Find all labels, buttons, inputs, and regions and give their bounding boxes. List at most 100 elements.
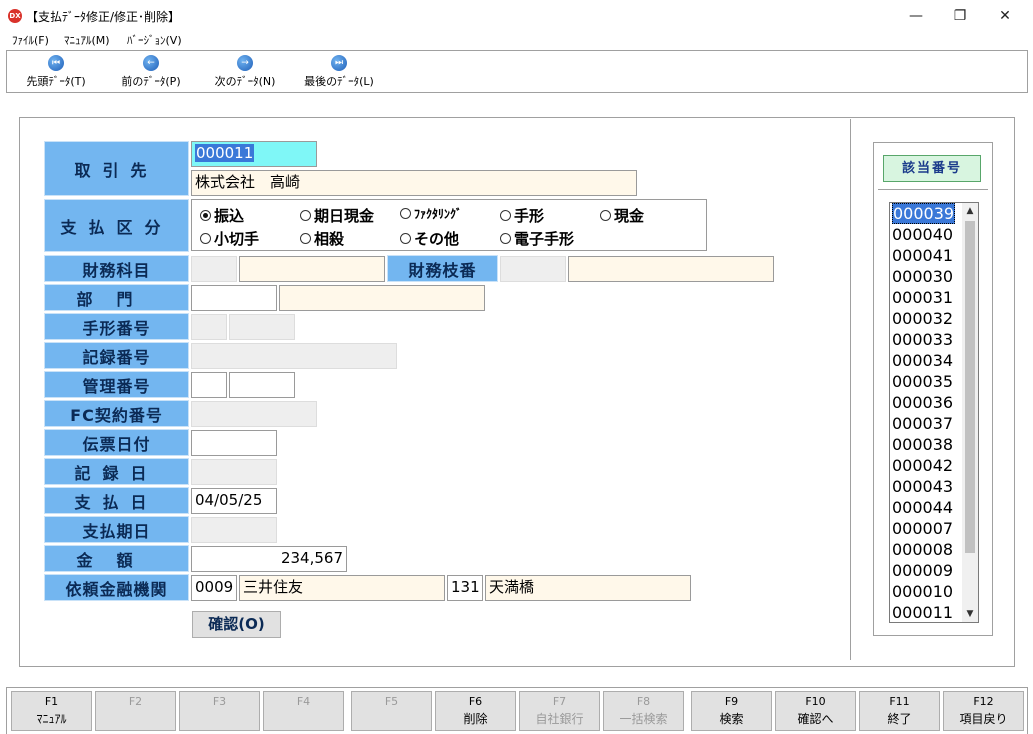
account-subject-name-field[interactable] — [239, 256, 385, 282]
fkey-f2-button[interactable]: F2 — [95, 691, 176, 731]
record-number-field[interactable] — [191, 343, 397, 369]
fkey-f5-button[interactable]: F5 — [351, 691, 432, 731]
radio-dot-selected — [200, 210, 211, 221]
account-subject-code-field[interactable] — [191, 256, 237, 282]
match-number-list[interactable]: 000039 000040 000041 000030 000031 000032 0000… — [889, 202, 979, 623]
supplier-code-input[interactable]: 000011 — [191, 141, 317, 167]
branch-name-field[interactable]: 天満橋 — [485, 575, 691, 601]
fkey-label: 自社銀行 — [535, 712, 584, 726]
list-item-value: 000030 — [892, 267, 954, 286]
supplier-code-value: 000011 — [195, 144, 255, 162]
fkey-f6-button[interactable]: F6 削除 — [435, 691, 516, 731]
list-item-value: 000034 — [892, 351, 954, 370]
radio-furikomi[interactable]: 振込 — [200, 205, 244, 226]
next-arrow-icon: → — [237, 55, 253, 71]
confirm-button[interactable]: 確認(O) — [192, 611, 281, 638]
next-record-button[interactable]: → 次のﾃﾞｰﾀ(N) — [207, 55, 283, 91]
fkey-f8-button[interactable]: F8 一括検索 — [603, 691, 684, 731]
last-record-button[interactable]: ⏭ 最後のﾃﾞｰﾀ(L) — [297, 55, 381, 91]
supplier-name-field[interactable]: 株式会社 高崎 — [191, 170, 637, 196]
bank-name-field[interactable]: 三井住友 — [239, 575, 445, 601]
first-record-button[interactable]: ⏮ 先頭ﾃﾞｰﾀ(T) — [21, 55, 91, 91]
payment-due-date-field[interactable] — [191, 517, 277, 543]
fkey-f9-button[interactable]: F9 検索 — [691, 691, 772, 731]
list-item-value: 000041 — [892, 246, 954, 265]
scroll-down-icon[interactable]: ▼ — [962, 606, 978, 622]
fc-contract-number-field[interactable] — [191, 401, 317, 427]
prev-record-button[interactable]: ← 前のﾃﾞｰﾀ(P) — [113, 55, 189, 91]
fkey-code: F4 — [296, 695, 311, 708]
list-item-value: 000011 — [892, 603, 954, 622]
record-number-label: 記録番号 — [44, 342, 189, 369]
list-scrollbar[interactable]: ▲ ▼ — [962, 203, 978, 622]
list-item-value: 000031 — [892, 288, 954, 307]
management-number-part2-input[interactable] — [229, 372, 295, 398]
scroll-thumb[interactable] — [965, 221, 975, 553]
account-branch-code-field[interactable] — [500, 256, 566, 282]
fkey-label: 終了 — [887, 712, 912, 726]
radio-denshi-tegata[interactable]: 電子手形 — [500, 228, 574, 249]
fkey-f7-button[interactable]: F7 自社銀行 — [519, 691, 600, 731]
record-date-field[interactable] — [191, 459, 277, 485]
prev-record-label: 前のﾃﾞｰﾀ(P) — [121, 75, 181, 88]
toolbar: ⏮ 先頭ﾃﾞｰﾀ(T) ← 前のﾃﾞｰﾀ(P) → 次のﾃﾞｰﾀ(N) ⏭ 最後… — [6, 50, 1028, 93]
radio-sousai[interactable]: 相殺 — [300, 228, 344, 249]
radio-kijitsu-genkin[interactable]: 期日現金 — [300, 205, 374, 226]
management-number-label: 管理番号 — [44, 371, 189, 398]
fkey-f10-button[interactable]: F10 確認へ — [775, 691, 856, 731]
fkey-f3-button[interactable]: F3 — [179, 691, 260, 731]
payment-type-label: 支払区分 — [44, 199, 189, 252]
radio-dot — [600, 210, 611, 221]
list-item-value: 000010 — [892, 582, 954, 601]
radio-dot — [200, 233, 211, 244]
app-icon: DX — [8, 9, 22, 23]
minimize-button[interactable]: — — [896, 4, 936, 28]
management-number-part1-input[interactable] — [191, 372, 227, 398]
radio-sonota[interactable]: その他 — [400, 228, 459, 249]
list-item-value: 000040 — [892, 225, 954, 244]
payment-date-input[interactable]: 04/05/25 — [191, 488, 277, 514]
record-date-label: 記録日 — [44, 458, 189, 485]
department-name-field[interactable] — [279, 285, 485, 311]
department-code-input[interactable] — [191, 285, 277, 311]
bill-number-part1-field[interactable] — [191, 314, 227, 340]
radio-factoring[interactable]: ﾌｧｸﾀﾘﾝｸﾞ — [400, 205, 462, 222]
fkey-code: F11 — [889, 695, 910, 708]
list-item-value: 000042 — [892, 456, 954, 475]
radio-kogitte[interactable]: 小切手 — [200, 228, 259, 249]
slip-date-input[interactable] — [191, 430, 277, 456]
amount-label: 金額 — [44, 545, 189, 572]
fkey-label: 検索 — [719, 712, 744, 726]
fkey-label: 削除 — [463, 712, 488, 726]
fkey-f12-button[interactable]: F12 項目戻り — [943, 691, 1024, 731]
fkey-f4-button[interactable]: F4 — [263, 691, 344, 731]
menu-file[interactable]: ﾌｧｲﾙ(F) — [12, 32, 49, 48]
bill-number-part2-field[interactable] — [229, 314, 295, 340]
menu-version[interactable]: ﾊﾞｰｼﾞｮﾝ(V) — [127, 32, 182, 48]
last-record-icon: ⏭ — [331, 55, 347, 71]
radio-genkin[interactable]: 現金 — [600, 205, 644, 226]
amount-input[interactable]: 234,567 — [191, 546, 347, 572]
list-item-value: 000007 — [892, 519, 954, 538]
fkey-label: ﾏﾆｭｱﾙ — [36, 712, 67, 726]
radio-dot — [500, 233, 511, 244]
list-item-value: 000035 — [892, 372, 954, 391]
bank-code-input[interactable]: 0009 — [191, 575, 237, 601]
last-record-label: 最後のﾃﾞｰﾀ(L) — [304, 75, 374, 88]
fkey-code: F8 — [636, 695, 651, 708]
account-branch-name-field[interactable] — [568, 256, 774, 282]
fkey-f11-button[interactable]: F11 終了 — [859, 691, 940, 731]
close-button[interactable]: ✕ — [985, 4, 1025, 28]
list-item-value: 000037 — [892, 414, 954, 433]
fkey-f1-button[interactable]: F1 ﾏﾆｭｱﾙ — [11, 691, 92, 731]
list-item-value: 000044 — [892, 498, 954, 517]
menu-bar: ﾌｧｲﾙ(F) ﾏﾆｭｱﾙ(M) ﾊﾞｰｼﾞｮﾝ(V) — [0, 30, 1033, 48]
list-item-value: 000039 — [892, 203, 956, 224]
fkey-label: 確認へ — [797, 712, 834, 726]
radio-tegata[interactable]: 手形 — [500, 205, 544, 226]
scroll-up-icon[interactable]: ▲ — [962, 203, 978, 219]
menu-manual[interactable]: ﾏﾆｭｱﾙ(M) — [64, 32, 110, 48]
department-label: 部門 — [44, 284, 189, 311]
maximize-button[interactable]: ❐ — [940, 4, 980, 28]
branch-code-input[interactable]: 131 — [447, 575, 483, 601]
